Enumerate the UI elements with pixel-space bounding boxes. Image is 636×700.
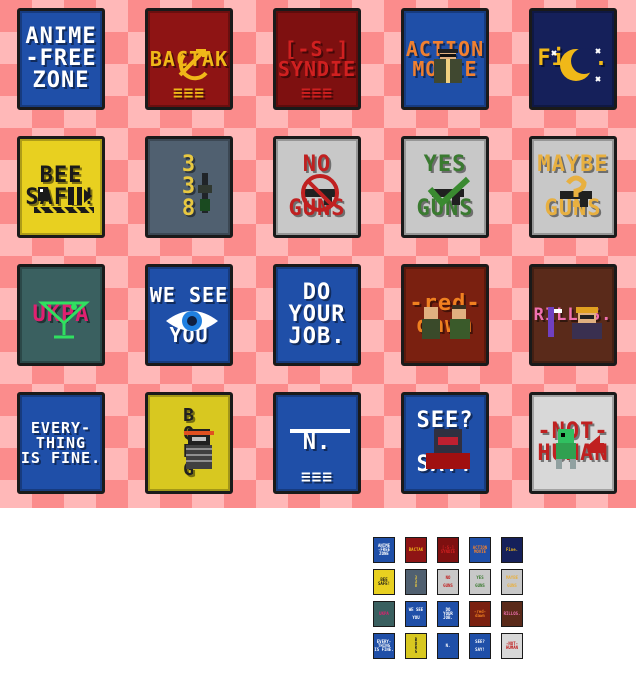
no-gun-icon <box>301 174 339 212</box>
borg-robot-icon <box>184 429 214 469</box>
thumbnail-text: RILLOS. <box>503 611 521 616</box>
nanotrasen-logo-icon <box>290 429 350 433</box>
poster-text: EVERY- THING IS FINE. <box>20 418 102 467</box>
poster-ukpa[interactable]: UKPA <box>17 264 105 366</box>
thumbnail-we-see-you[interactable]: WE SEE YOU <box>405 601 427 627</box>
check-gun-icon <box>427 176 471 208</box>
thumbnail-fine[interactable]: Fine. <box>501 537 523 563</box>
thumbnail-text: BEE SAFE! <box>377 577 391 586</box>
thumbnail-sheet: ANIME -FREE ZONE BACTAK [-S-] SYNDIE ACTION… <box>373 537 529 665</box>
poster-maybe-guns[interactable]: MAYBE GUNS <box>529 136 617 238</box>
thumbnail-text: EVERY- THING IS FINE. <box>374 639 394 652</box>
poster-no-guns[interactable]: NO GUNS <box>273 136 361 238</box>
thumbnail-ukpa[interactable]: UKPA <box>373 601 395 627</box>
thumbnail-bee-safe[interactable]: BEE SAFE! <box>373 569 395 595</box>
thumbnail-text: WE SEE YOU <box>408 607 424 620</box>
rifle-icon <box>198 173 212 213</box>
smoker-icon <box>548 307 602 339</box>
thumbnail-not-human[interactable]: -NOT- HUMAN <box>501 633 523 659</box>
thumbnail-text: -red- dawn <box>473 609 487 618</box>
thumbnail-text: NO GUNS <box>443 575 453 588</box>
thumbnail-text: N. <box>445 643 451 648</box>
thumbnail-yes-guns[interactable]: YES GUNS <box>469 569 491 595</box>
poster-subtext: ≡≡≡ <box>301 467 333 486</box>
thumbnail-syndie[interactable]: [-S-] SYNDIE <box>437 537 459 563</box>
thumbnail-text: MAYBE GUNS <box>505 575 519 588</box>
thumbnail-text: ANIME -FREE ZONE <box>377 543 391 556</box>
sprite-sheet: ANIME -FREE ZONE BACTAK ≡≡≡ [-S-] SYNDIE ≡≡≡… <box>0 0 636 508</box>
thumbnail-vaktik[interactable]: BACTAK <box>405 537 427 563</box>
thumbnail-text: SEE? SAY! <box>475 639 485 652</box>
thumbnail-borg[interactable]: B O R G <box>405 633 427 659</box>
poster-rillos[interactable]: RILLOS. <box>529 264 617 366</box>
poster-fine[interactable]: Fine. <box>529 8 617 110</box>
cocktail-glass-icon <box>38 301 90 339</box>
thumbnail-ssb[interactable]: 3 3 8 <box>405 569 427 595</box>
poster-vaktik[interactable]: BACTAK ≡≡≡ <box>145 8 233 110</box>
thumbnail-action-movie[interactable]: ACTION MOVIE <box>469 537 491 563</box>
hammer-sickle-icon <box>178 49 208 81</box>
poster-bee-safe[interactable]: BEE SAFE! <box>17 136 105 238</box>
thumbnail-see-say[interactable]: SEE? SAY! <box>469 633 491 659</box>
poster-not-human[interactable]: -NOT- HUMAN <box>529 392 617 494</box>
thumbnail-text: YES GUNS <box>475 575 485 588</box>
green-alien-icon <box>556 429 604 469</box>
action-hero-icon <box>434 49 462 83</box>
poster-text: ANIME -FREE ZONE <box>25 24 97 93</box>
eye-icon <box>166 311 218 331</box>
question-gun-icon <box>560 175 592 207</box>
poster-yes-guns[interactable]: YES GUNS <box>401 136 489 238</box>
thumbnail-text: [-S-] SYNDIE <box>440 545 456 554</box>
poster-subtext: ≡≡≡ <box>173 83 205 102</box>
thumbnail-text: ACTION MOVIE <box>472 545 488 554</box>
poster-we-see-you[interactable]: WE SEE YOU <box>145 264 233 366</box>
poster-red-dawn[interactable]: -red- dawn <box>401 264 489 366</box>
poster-anime-free-zone[interactable]: ANIME -FREE ZONE <box>17 8 105 110</box>
thumbnail-maybe-guns[interactable]: MAYBE GUNS <box>501 569 523 595</box>
thumbnail-red-dawn[interactable]: -red- dawn <box>469 601 491 627</box>
thumbnail-text: Fine. <box>505 547 519 552</box>
thumbnail-text: B O R G <box>414 637 418 654</box>
thumbnail-text: DO YOUR JOB. <box>443 607 453 620</box>
thumbnail-text: BACTAK <box>408 547 424 552</box>
poster-syndie[interactable]: [-S-] SYNDIE ≡≡≡ <box>273 8 361 110</box>
red-helmet-icon <box>426 429 470 469</box>
crescent-moon-icon <box>551 48 601 82</box>
poster-see-say[interactable]: SEE? SAY! <box>401 392 489 494</box>
poster-text: [-S-] SYNDIE <box>277 37 357 81</box>
poster-subtext: ≡≡≡ <box>301 83 333 102</box>
poster-do-your-job[interactable]: DO YOUR JOB. <box>273 264 361 366</box>
thumbnail-text: UKPA <box>379 611 389 616</box>
thumbnail-no-guns[interactable]: NO GUNS <box>437 569 459 595</box>
poster-borg[interactable]: B O R G <box>145 392 233 494</box>
thumbnail-text: 3 3 8 <box>414 575 418 588</box>
poster-ssb[interactable]: 3 3 8 <box>145 136 233 238</box>
poster-text: DO YOUR JOB. <box>288 280 346 349</box>
thumbnail-nt-logo[interactable]: N. <box>437 633 459 659</box>
thumbnail-rillos[interactable]: RILLOS. <box>501 601 523 627</box>
poster-action-movie[interactable]: ACTION MOVIE <box>401 8 489 110</box>
soldiers-icon <box>422 305 470 339</box>
poster-everything-is-fine[interactable]: EVERY- THING IS FINE. <box>17 392 105 494</box>
thumbnail-do-your-job[interactable]: DO YOUR JOB. <box>437 601 459 627</box>
bee-icon <box>34 187 94 215</box>
poster-nt-logo[interactable]: N. ≡≡≡ <box>273 392 361 494</box>
thumbnail-anime-free-zone[interactable]: ANIME -FREE ZONE <box>373 537 395 563</box>
thumbnail-everything-is-fine[interactable]: EVERY- THING IS FINE. <box>373 633 395 659</box>
thumbnail-text: -NOT- HUMAN <box>505 641 519 650</box>
